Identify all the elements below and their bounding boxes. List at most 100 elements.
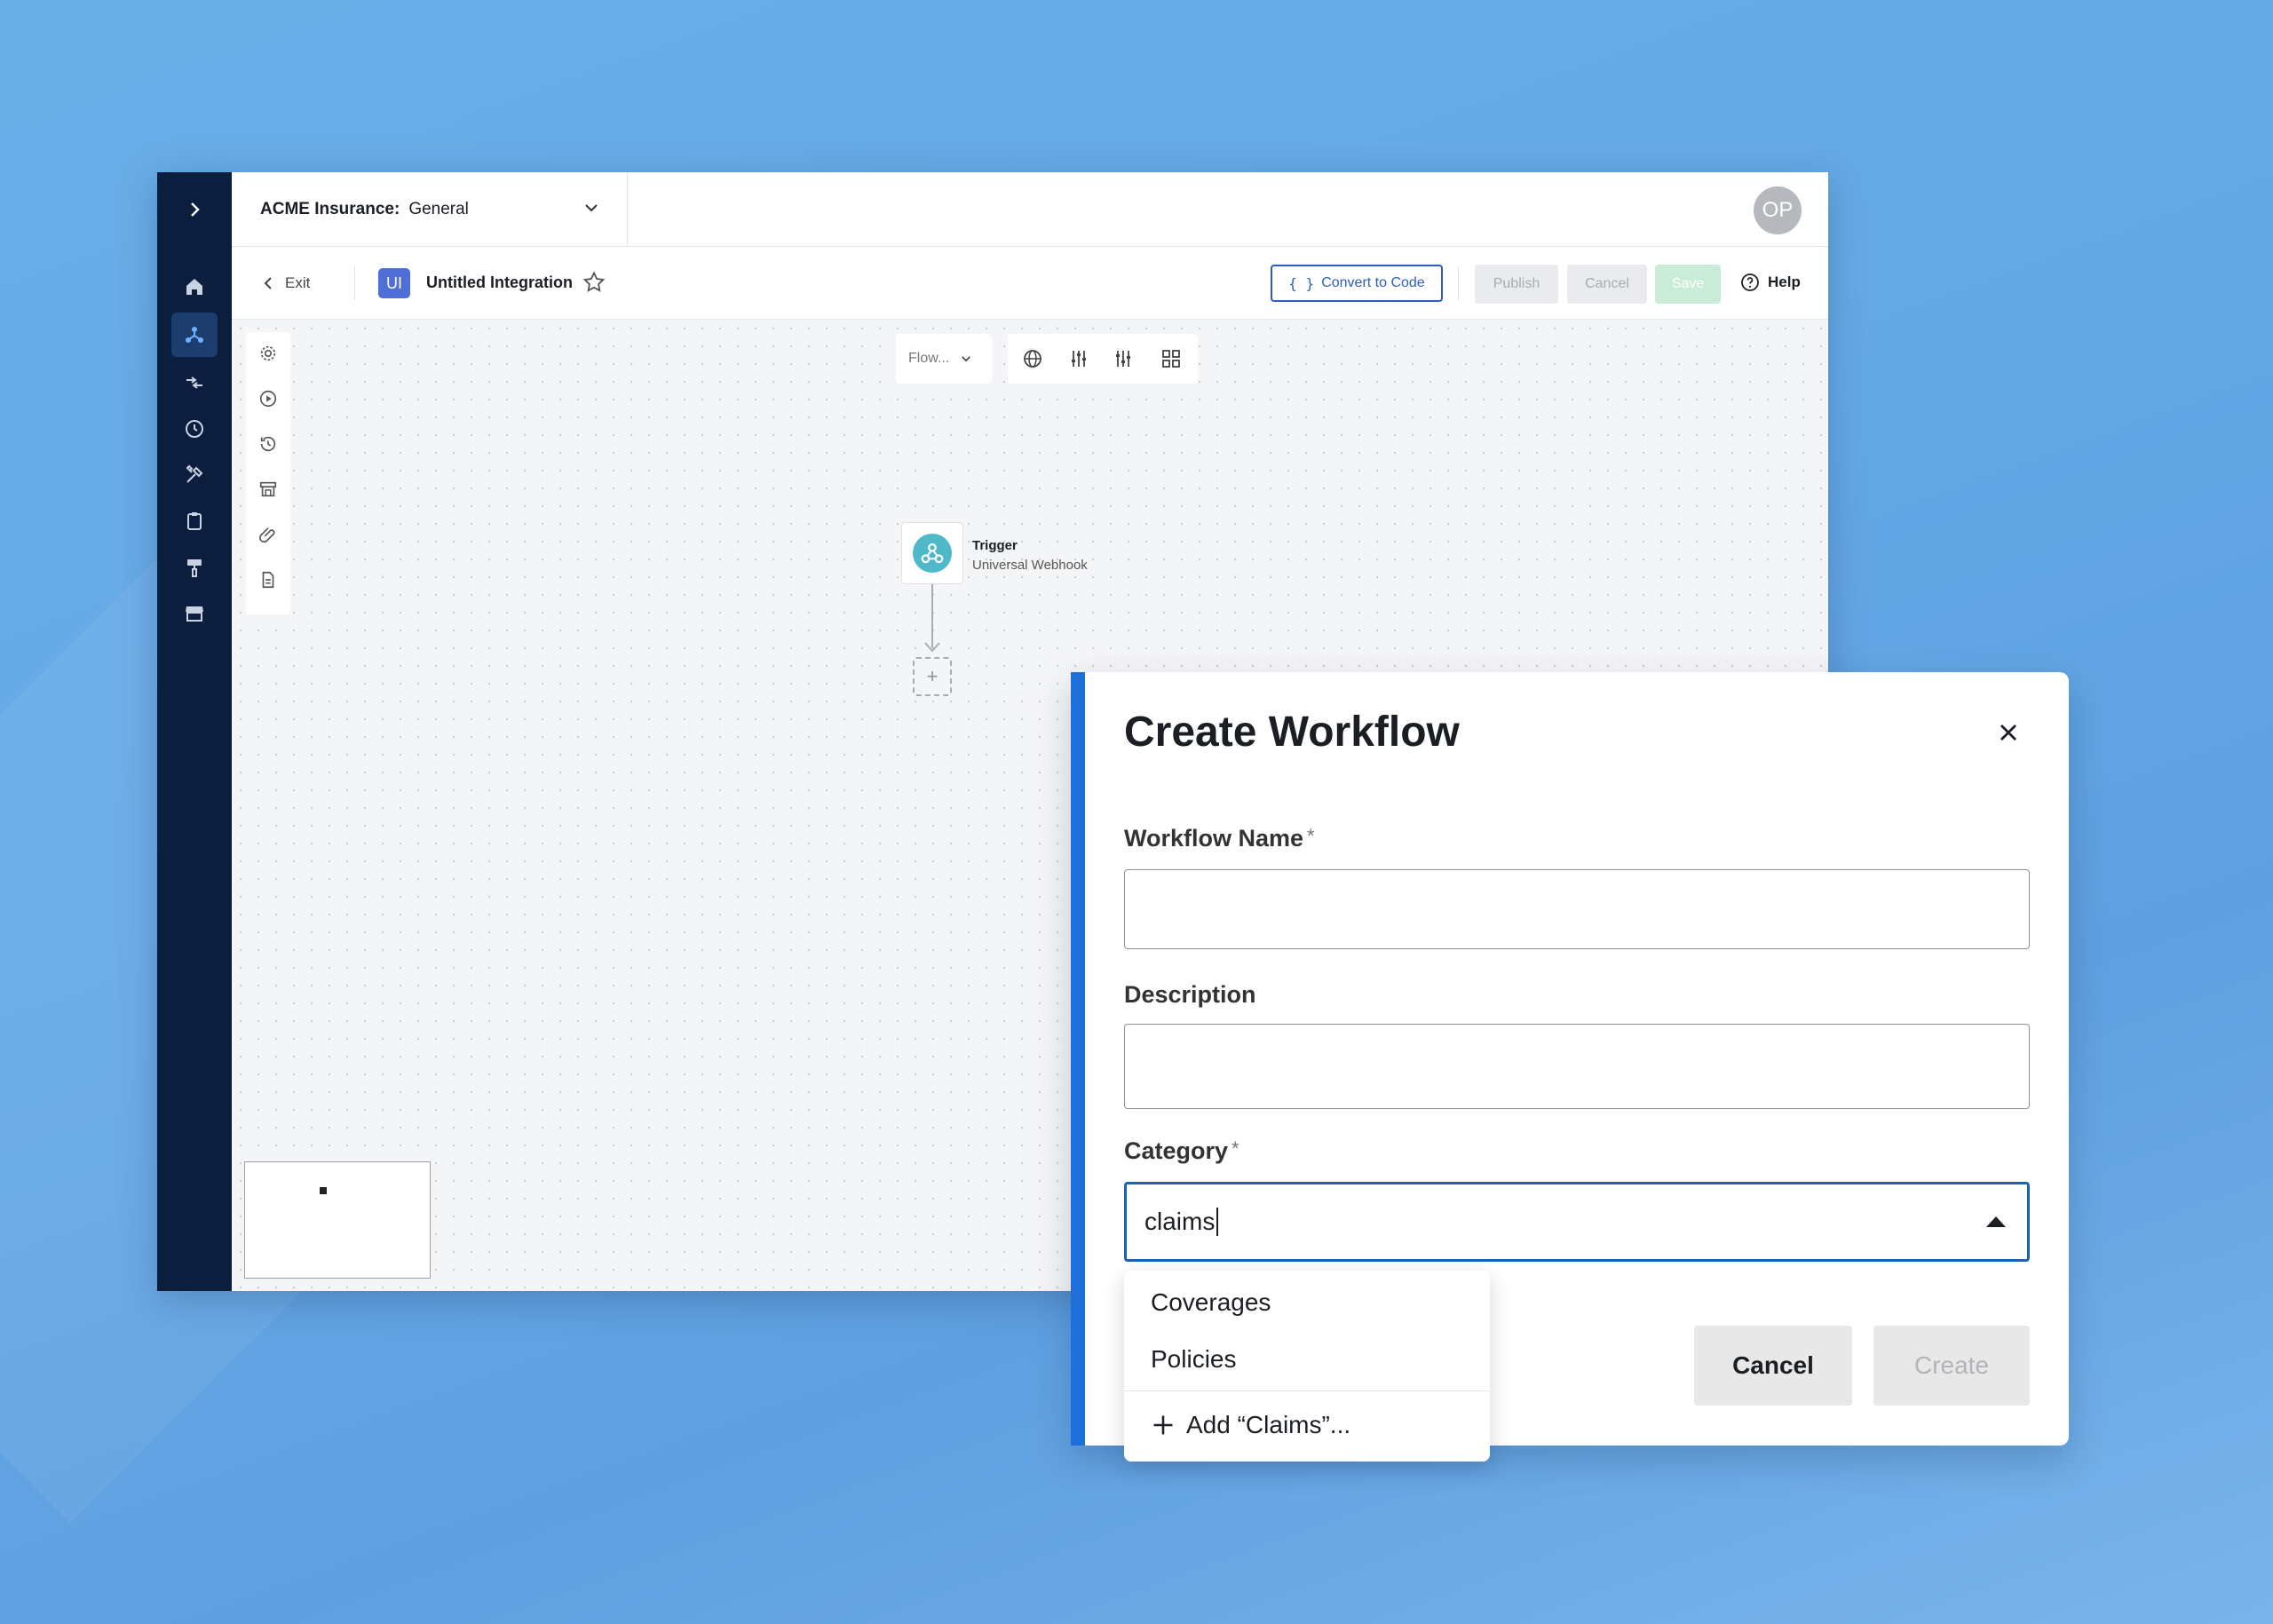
run-tool[interactable] — [246, 381, 290, 416]
category-input-value: claims — [1144, 1208, 1216, 1235]
integration-title[interactable]: Untitled Integration — [426, 273, 573, 292]
toolbar-cancel-button[interactable]: Cancel — [1567, 265, 1647, 304]
expand-nav-button[interactable] — [157, 172, 232, 247]
close-button[interactable] — [1992, 717, 2024, 749]
nav-tools[interactable] — [171, 453, 218, 497]
text-cursor — [1216, 1208, 1219, 1236]
description-label: Description — [1124, 981, 1256, 1008]
grid-tool[interactable] — [1148, 334, 1194, 384]
trigger-subtitle: Universal Webhook — [972, 558, 1088, 573]
connections-icon — [186, 376, 202, 389]
marketplace-tool[interactable] — [246, 471, 290, 507]
integration-badge: UI — [378, 268, 410, 298]
nav-connections[interactable] — [171, 360, 218, 405]
exit-button[interactable]: Exit — [262, 270, 310, 297]
dropdown-option[interactable]: Policies — [1151, 1345, 1236, 1374]
braces-icon: { } — [1288, 274, 1315, 292]
add-category-label: Add “Claims”... — [1186, 1411, 1351, 1438]
cancel-button[interactable]: Cancel — [1694, 1326, 1852, 1406]
minimap-node — [320, 1187, 327, 1194]
globe-tool[interactable] — [1010, 334, 1056, 384]
settings-sliders-tool[interactable] — [1100, 334, 1146, 384]
integration-toolbar: Exit UI Untitled Integration { } Convert… — [232, 247, 1828, 320]
modal-accent-bar — [1071, 672, 1085, 1446]
view-select-value: Flow... — [908, 351, 950, 366]
document-icon — [262, 571, 274, 589]
add-step-button[interactable]: + — [913, 657, 952, 696]
nav-theme[interactable] — [171, 545, 218, 590]
category-label: Category * — [1124, 1137, 1239, 1164]
save-button[interactable]: Save — [1655, 265, 1721, 304]
trigger-node[interactable] — [901, 522, 963, 584]
help-button[interactable]: Help — [1739, 272, 1801, 293]
convert-to-code-button[interactable]: { } Convert to Code — [1271, 265, 1443, 302]
close-icon — [2000, 725, 2016, 741]
view-select[interactable]: Flow... — [896, 334, 992, 384]
workspace-name: General — [408, 200, 469, 218]
workflow-name-input[interactable] — [1124, 869, 2030, 949]
description-input[interactable] — [1124, 1024, 2030, 1109]
docs-tool[interactable] — [246, 562, 290, 598]
history-icon — [260, 436, 276, 452]
gear-icon — [260, 345, 276, 361]
sliders-icon — [1116, 351, 1130, 367]
nav-home[interactable] — [171, 265, 218, 309]
arrow-down-icon — [924, 642, 940, 653]
attachments-tool[interactable] — [246, 517, 290, 552]
home-icon — [186, 279, 202, 295]
nav-clipboard[interactable] — [171, 499, 218, 543]
paint-roller-icon — [187, 559, 202, 577]
flow-connector — [931, 584, 933, 648]
clipboard-icon — [187, 512, 202, 530]
create-button[interactable]: Create — [1873, 1326, 2030, 1406]
nav-marketplace[interactable] — [171, 591, 218, 636]
plus-icon — [1153, 1415, 1173, 1435]
modal-title: Create Workflow — [1124, 709, 1460, 756]
integrations-icon — [186, 327, 203, 343]
chevron-left-icon — [264, 277, 272, 289]
top-bar: ACME Insurance: General OP — [232, 172, 1828, 247]
required-marker: * — [1232, 1137, 1239, 1160]
nav-history[interactable] — [171, 407, 218, 451]
paperclip-icon — [259, 527, 275, 543]
help-icon — [1741, 273, 1759, 291]
adjust-tool[interactable] — [1056, 334, 1102, 384]
settings-tool[interactable] — [246, 336, 290, 371]
workflow-name-label: Workflow Name * — [1124, 825, 1315, 852]
chevron-right-icon — [191, 202, 200, 217]
exit-label: Exit — [285, 274, 311, 291]
sliders-icon — [1072, 351, 1086, 367]
view-tools — [1008, 334, 1198, 384]
add-category-option[interactable]: Add “Claims”... — [1151, 1411, 1350, 1439]
divider — [354, 266, 355, 300]
category-combobox[interactable]: claims — [1124, 1182, 2030, 1262]
canvas-tools — [246, 332, 290, 614]
convert-label: Convert to Code — [1321, 275, 1425, 290]
dropdown-option[interactable]: Coverages — [1151, 1288, 1271, 1317]
side-nav — [157, 172, 232, 1291]
publish-button[interactable]: Publish — [1475, 265, 1558, 304]
org-name: ACME Insurance: — [260, 200, 400, 218]
category-dropdown: Coverages Policies Add “Claims”... — [1124, 1271, 1490, 1462]
divider — [1124, 1390, 1490, 1391]
org-selector[interactable]: ACME Insurance: General — [232, 172, 628, 247]
trigger-title: Trigger — [972, 538, 1018, 553]
globe-icon — [1024, 350, 1041, 368]
store-icon — [259, 481, 277, 497]
nav-integrations[interactable] — [171, 313, 218, 357]
star-icon[interactable] — [582, 270, 606, 295]
chevron-down-icon — [585, 204, 598, 212]
chevron-down-icon — [962, 356, 971, 362]
minimap[interactable] — [244, 1161, 431, 1279]
divider — [1458, 266, 1459, 300]
grid-icon — [1162, 350, 1180, 368]
history-tool[interactable] — [246, 426, 290, 462]
tools-icon — [186, 464, 203, 483]
caret-up-icon[interactable] — [1986, 1216, 2006, 1227]
required-marker: * — [1307, 825, 1315, 847]
webhook-icon — [913, 534, 952, 573]
avatar[interactable]: OP — [1754, 186, 1802, 234]
plus-icon: + — [926, 665, 939, 687]
history-icon — [186, 420, 203, 438]
help-label: Help — [1768, 273, 1801, 290]
